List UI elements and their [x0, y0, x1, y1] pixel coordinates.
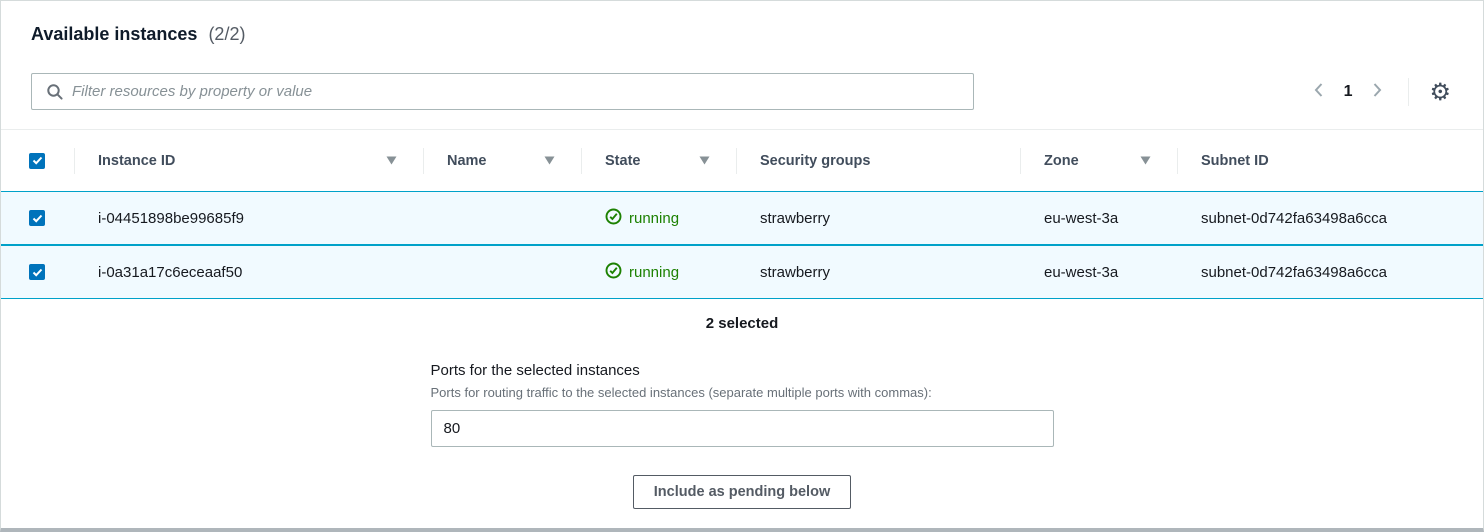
- filter-caret-icon[interactable]: [386, 156, 397, 165]
- settings-button[interactable]: ⚙: [1427, 78, 1453, 106]
- state-label: running: [629, 210, 679, 227]
- cell-security-groups: strawberry: [736, 245, 1020, 299]
- filter-caret-icon[interactable]: [1140, 156, 1151, 165]
- cell-zone: eu-west-3a: [1020, 245, 1177, 299]
- header-tools: 1 ⚙: [1308, 77, 1453, 106]
- panel-title-count: (2/2): [208, 24, 245, 44]
- running-status-icon: [605, 208, 622, 229]
- cell-instance-id: i-0a31a17c6eceaaf50: [74, 245, 423, 299]
- chevron-left-icon: [1312, 81, 1326, 102]
- cell-security-groups: strawberry: [736, 191, 1020, 245]
- pagination-current-page[interactable]: 1: [1344, 83, 1353, 101]
- row-checkbox[interactable]: [29, 264, 45, 280]
- column-label: Security groups: [760, 153, 870, 169]
- pagination-next-button[interactable]: [1366, 77, 1388, 106]
- search-icon: [46, 83, 64, 101]
- column-label: Subnet ID: [1201, 153, 1269, 169]
- ports-section: Ports for the selected instances Ports f…: [431, 362, 1054, 447]
- column-header-instance-id: Instance ID: [74, 130, 423, 191]
- instances-table: Instance ID Name: [1, 130, 1483, 299]
- cell-name: [423, 245, 581, 299]
- panel-title-text: Available instances: [31, 24, 197, 44]
- include-as-pending-button[interactable]: Include as pending below: [633, 475, 851, 509]
- running-status-icon: [605, 262, 622, 283]
- gear-icon: ⚙: [1429, 78, 1451, 106]
- column-header-name: Name: [423, 130, 581, 191]
- check-icon: [32, 156, 43, 165]
- button-row: Include as pending below: [1, 475, 1483, 509]
- available-instances-panel: Available instances (2/2): [0, 0, 1484, 532]
- check-icon: [32, 268, 43, 277]
- cell-name: [423, 191, 581, 245]
- ports-description: Ports for routing traffic to the selecte…: [431, 385, 1054, 400]
- column-label: Name: [447, 153, 487, 169]
- chevron-right-icon: [1370, 81, 1384, 102]
- page-title: Available instances (2/2): [31, 21, 1453, 48]
- column-header-subnet-id: Subnet ID: [1177, 130, 1483, 191]
- column-label: Instance ID: [98, 153, 175, 169]
- ports-label: Ports for the selected instances: [431, 362, 1054, 379]
- selection-summary: 2 selected: [1, 315, 1483, 332]
- column-label: Zone: [1044, 153, 1079, 169]
- pagination-prev-button[interactable]: [1308, 77, 1330, 106]
- filter-caret-icon[interactable]: [699, 156, 710, 165]
- filter-box: [31, 73, 974, 110]
- cell-zone: eu-west-3a: [1020, 191, 1177, 245]
- cell-subnet-id: subnet-0d742fa63498a6cca: [1177, 245, 1483, 299]
- check-icon: [32, 214, 43, 223]
- column-label: State: [605, 153, 640, 169]
- row-checkbox[interactable]: [29, 210, 45, 226]
- table-header-row: Instance ID Name: [1, 130, 1483, 191]
- cell-state: running: [581, 191, 736, 245]
- state-label: running: [629, 264, 679, 281]
- panel-header: Available instances (2/2): [1, 1, 1483, 110]
- cell-subnet-id: subnet-0d742fa63498a6cca: [1177, 191, 1483, 245]
- filter-caret-icon[interactable]: [544, 156, 555, 165]
- column-header-zone: Zone: [1020, 130, 1177, 191]
- select-all-checkbox[interactable]: [29, 153, 45, 169]
- column-header-security-groups: Security groups: [736, 130, 1020, 191]
- ports-input[interactable]: [431, 410, 1054, 447]
- cell-state: running: [581, 245, 736, 299]
- cell-instance-id: i-04451898be99685f9: [74, 191, 423, 245]
- table-row[interactable]: i-04451898be99685f9 running strawberry: [1, 191, 1483, 245]
- table-row[interactable]: i-0a31a17c6eceaaf50 running strawberry: [1, 245, 1483, 299]
- toolbar-divider: [1408, 78, 1409, 106]
- filter-row: 1 ⚙: [31, 73, 1453, 110]
- filter-input[interactable]: [72, 83, 963, 100]
- column-header-state: State: [581, 130, 736, 191]
